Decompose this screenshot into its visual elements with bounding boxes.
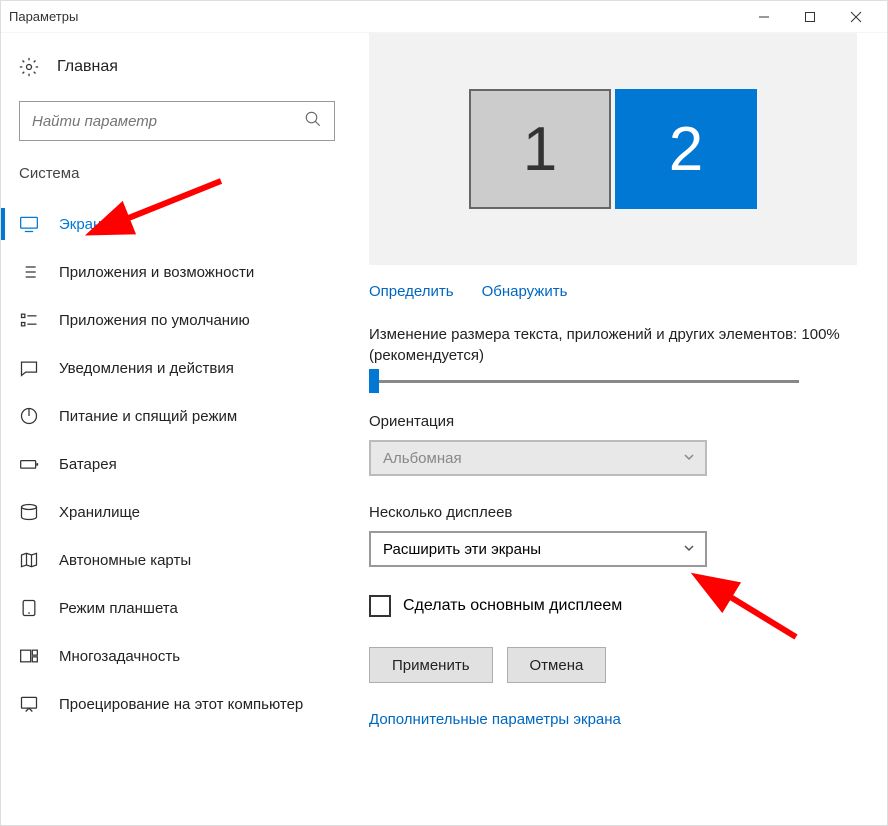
detect-link[interactable]: Обнаружить — [482, 283, 568, 300]
monitor-1[interactable]: 1 — [469, 89, 611, 209]
sidebar-item-label: Режим планшета — [59, 600, 178, 617]
message-icon — [19, 358, 39, 378]
storage-icon — [19, 502, 39, 522]
advanced-link[interactable]: Дополнительные параметры экрана — [369, 711, 857, 728]
sidebar-item-default-apps[interactable]: Приложения по умолчанию — [19, 296, 349, 344]
multitasking-icon — [19, 646, 39, 666]
slider-thumb[interactable] — [369, 369, 379, 393]
defaults-icon — [19, 310, 39, 330]
sidebar-item-apps[interactable]: Приложения и возможности — [19, 248, 349, 296]
sidebar-item-power[interactable]: Питание и спящий режим — [19, 392, 349, 440]
list-icon — [19, 262, 39, 282]
sidebar-item-label: Питание и спящий режим — [59, 408, 237, 425]
primary-display-checkbox[interactable] — [369, 595, 391, 617]
primary-display-label: Сделать основным дисплеем — [403, 597, 622, 615]
cancel-button[interactable]: Отмена — [507, 647, 607, 683]
titlebar: Параметры — [1, 1, 887, 33]
section-title: Система — [19, 165, 349, 182]
close-button[interactable] — [833, 2, 879, 32]
chevron-down-icon — [683, 451, 695, 466]
sidebar-item-multitasking[interactable]: Многозадачность — [19, 632, 349, 680]
chevron-down-icon — [683, 542, 695, 557]
nav-list: Экран Приложения и возможности Приложени… — [19, 200, 349, 728]
display-preview: 1 2 — [369, 33, 857, 265]
sidebar-item-label: Приложения по умолчанию — [59, 312, 250, 329]
sidebar-item-projecting[interactable]: Проецирование на этот компьютер — [19, 680, 349, 728]
sidebar-item-label: Батарея — [59, 456, 117, 473]
sidebar-item-maps[interactable]: Автономные карты — [19, 536, 349, 584]
button-row: Применить Отмена — [369, 647, 857, 683]
window-controls — [741, 2, 879, 32]
primary-display-row[interactable]: Сделать основным дисплеем — [369, 595, 857, 617]
search-icon — [304, 110, 322, 133]
orientation-dropdown[interactable]: Альбомная — [369, 440, 707, 476]
multi-display-label: Несколько дисплеев — [369, 504, 857, 521]
content-area: 1 2 Определить Обнаружить Изменение разм… — [349, 33, 887, 825]
tablet-icon — [19, 598, 39, 618]
project-icon — [19, 694, 39, 714]
home-link[interactable]: Главная — [19, 57, 349, 77]
home-label: Главная — [57, 58, 118, 76]
scale-text: Изменение размера текста, приложений и д… — [369, 324, 857, 366]
sidebar-item-battery[interactable]: Батарея — [19, 440, 349, 488]
sidebar-item-label: Проецирование на этот компьютер — [59, 696, 303, 713]
sidebar-item-label: Экран — [59, 216, 101, 233]
scale-slider[interactable] — [369, 380, 799, 383]
sidebar-item-storage[interactable]: Хранилище — [19, 488, 349, 536]
sidebar-item-label: Многозадачность — [59, 648, 180, 665]
gear-icon — [19, 57, 39, 77]
sidebar-item-notifications[interactable]: Уведомления и действия — [19, 344, 349, 392]
orientation-label: Ориентация — [369, 413, 857, 430]
monitor-icon — [19, 214, 39, 234]
display-links: Определить Обнаружить — [369, 283, 857, 300]
monitor-2[interactable]: 2 — [615, 89, 757, 209]
map-icon — [19, 550, 39, 570]
maximize-button[interactable] — [787, 2, 833, 32]
sidebar: Главная Система Экран Приложения и возмо… — [1, 33, 349, 825]
power-icon — [19, 406, 39, 426]
multi-display-dropdown[interactable]: Расширить эти экраны — [369, 531, 707, 567]
sidebar-item-label: Автономные карты — [59, 552, 191, 569]
multi-display-value: Расширить эти экраны — [383, 541, 541, 558]
window-title: Параметры — [9, 9, 741, 24]
orientation-value: Альбомная — [383, 450, 462, 467]
search-input[interactable] — [32, 113, 304, 130]
sidebar-item-tablet[interactable]: Режим планшета — [19, 584, 349, 632]
minimize-button[interactable] — [741, 2, 787, 32]
sidebar-item-label: Хранилище — [59, 504, 140, 521]
search-box[interactable] — [19, 101, 335, 141]
apply-button[interactable]: Применить — [369, 647, 493, 683]
sidebar-item-display[interactable]: Экран — [19, 200, 349, 248]
identify-link[interactable]: Определить — [369, 283, 454, 300]
sidebar-item-label: Приложения и возможности — [59, 264, 254, 281]
battery-icon — [19, 454, 39, 474]
sidebar-item-label: Уведомления и действия — [59, 360, 234, 377]
